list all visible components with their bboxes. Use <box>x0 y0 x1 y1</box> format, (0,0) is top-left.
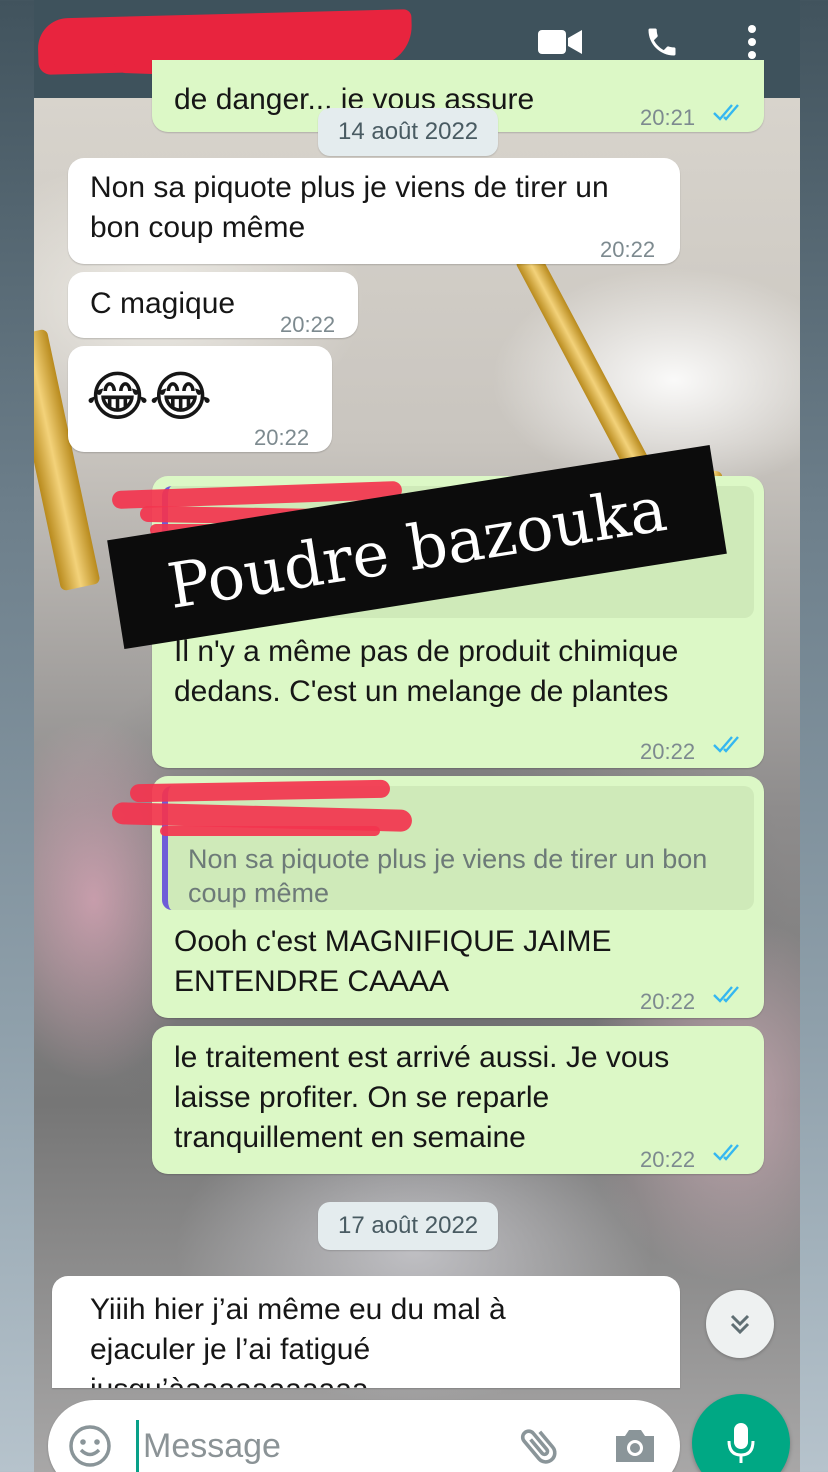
message-text: Il n'y a même pas de produit chimique de… <box>174 635 679 708</box>
date-separator: 14 août 2022 <box>318 108 499 156</box>
redacted-quote-author <box>160 826 380 836</box>
paperclip-icon[interactable] <box>516 1422 564 1472</box>
date-separator: 17 août 2022 <box>318 1202 499 1250</box>
more-vertical-icon[interactable] <box>730 20 774 64</box>
message-bubble-incoming[interactable]: Non sa piquote plus je viens de tirer un… <box>68 158 680 264</box>
read-receipt-icon <box>713 1144 739 1161</box>
message-time: 20:21 <box>640 105 696 130</box>
read-receipt-icon <box>713 104 739 121</box>
read-receipt-icon <box>713 736 739 753</box>
message-emoji: 😂😂 <box>86 365 213 428</box>
message-time: 20:22 <box>640 989 696 1014</box>
message-bubble-outgoing[interactable]: le traitement est arrivé aussi. Je vous … <box>152 1026 764 1174</box>
message-composer <box>48 1400 680 1472</box>
message-time: 20:22 <box>280 312 336 337</box>
message-time: 20:22 <box>254 425 310 450</box>
scroll-to-bottom-button[interactable] <box>706 1290 774 1358</box>
message-text: C magique <box>90 287 236 320</box>
message-time: 20:22 <box>640 1147 696 1172</box>
chevron-double-down-icon <box>730 1314 750 1335</box>
quoted-reply-text: Non sa piquote plus je viens de tirer un… <box>188 844 708 908</box>
camera-icon[interactable] <box>612 1424 658 1471</box>
message-time: 20:22 <box>640 739 696 764</box>
emoji-icon[interactable] <box>68 1424 112 1472</box>
message-text: le traitement est arrivé aussi. Je vous … <box>174 1041 670 1154</box>
quoted-reply[interactable]: Non sa piquote plus je viens de tirer un… <box>162 786 754 910</box>
message-text: Yiiih hier j’ai même eu du mal à ejacule… <box>90 1293 506 1388</box>
read-receipt-icon <box>713 986 739 1003</box>
message-time: 20:22 <box>600 237 656 262</box>
phone-icon[interactable] <box>640 20 684 64</box>
message-bubble-incoming[interactable]: Yiiih hier j’ai même eu du mal à ejacule… <box>52 1276 680 1388</box>
microphone-icon <box>727 1423 755 1463</box>
message-text: Non sa piquote plus je viens de tirer un… <box>90 171 609 244</box>
message-bubble-incoming[interactable]: C magique 20:22 <box>68 272 358 338</box>
video-camera-icon[interactable] <box>538 20 582 64</box>
message-bubble-incoming[interactable]: 😂😂 20:22 <box>68 346 332 452</box>
message-input[interactable] <box>136 1420 496 1472</box>
wallpaper-gold-frame <box>514 249 660 491</box>
